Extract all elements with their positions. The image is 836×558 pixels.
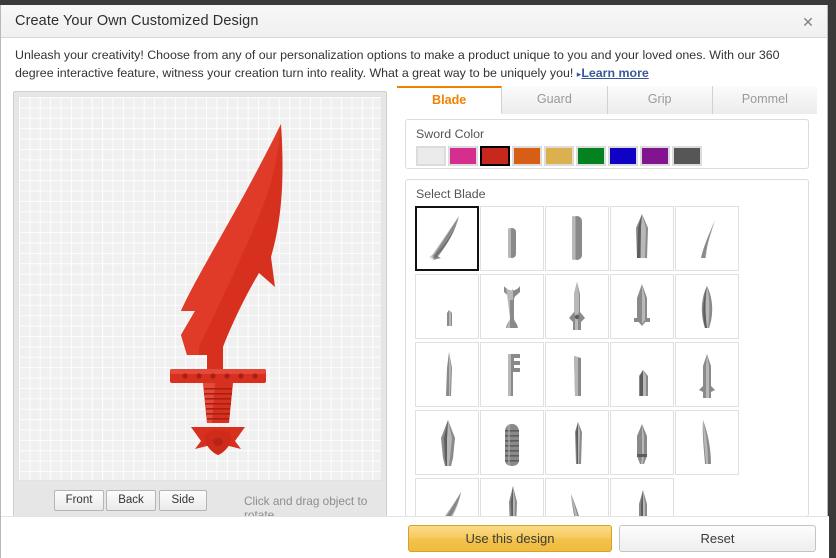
- view-button-front[interactable]: Front: [54, 490, 104, 511]
- color-swatch-gray[interactable]: [672, 146, 702, 166]
- options-panel: Blade Guard Grip Pommel Sword Color Sele…: [397, 86, 817, 543]
- browser-right-strip: [828, 0, 836, 558]
- select-blade-section: Select Blade: [405, 179, 809, 543]
- color-swatch-red[interactable]: [480, 146, 510, 166]
- blade-option-curved-flame-blade[interactable]: [415, 206, 479, 271]
- serrated-blade-icon: [505, 423, 519, 466]
- tiny-stub-blade-icon: [447, 309, 452, 326]
- blade-option-short-round-blade[interactable]: [480, 206, 544, 271]
- blade-option-tapered-spike-blade[interactable]: [610, 206, 674, 271]
- blade-option-key-notched-blade[interactable]: [480, 342, 544, 407]
- thin-curved-blade-icon: [701, 219, 715, 258]
- preview-panel: Front Back Side Click and drag object to…: [13, 91, 388, 522]
- sword-object[interactable]: [19, 97, 381, 480]
- blade-option-slim-point-blade[interactable]: [545, 410, 609, 475]
- leaf-blade-icon: [701, 285, 713, 328]
- color-swatch-orange[interactable]: [512, 146, 542, 166]
- tab-guard[interactable]: Guard: [502, 86, 608, 114]
- ridged-dagger-blade-icon: [637, 423, 647, 464]
- view-button-side[interactable]: Side: [159, 490, 207, 511]
- dialog-title: Create Your Own Customized Design: [15, 13, 259, 29]
- flared-hilt-blade-icon: [504, 285, 520, 328]
- blade-option-ridged-dagger-blade[interactable]: [610, 410, 674, 475]
- view-controls: Front Back Side Click and drag object to…: [14, 482, 388, 522]
- short-round-blade-icon: [508, 227, 516, 258]
- blade-option-ornate-gladius-blade[interactable]: [545, 274, 609, 339]
- intro-paragraph: Unleash your creativity! Choose from any…: [15, 46, 810, 83]
- tab-panel-blade: Sword Color Select Blade: [397, 115, 817, 543]
- blade-option-flared-hilt-blade[interactable]: [480, 274, 544, 339]
- sword-color-section: Sword Color: [405, 119, 809, 169]
- tab-blade[interactable]: Blade: [397, 86, 503, 114]
- cross-guard-blade-icon: [634, 283, 650, 326]
- blade-option-short-chisel-blade[interactable]: [610, 342, 674, 407]
- key-notched-blade-icon: [508, 353, 520, 396]
- blade-option-cross-guard-blade[interactable]: [610, 274, 674, 339]
- reset-button[interactable]: Reset: [619, 525, 816, 552]
- tapered-spike-blade-icon: [636, 213, 648, 258]
- plain-bar-blade-icon: [574, 355, 581, 396]
- color-swatch-green[interactable]: [576, 146, 606, 166]
- color-swatch-purple[interactable]: [640, 146, 670, 166]
- close-icon[interactable]: ✕: [799, 13, 817, 31]
- ornate-gladius-blade-icon: [569, 281, 585, 330]
- tab-bar: Blade Guard Grip Pommel: [397, 86, 817, 114]
- needle-blade-icon: [446, 351, 452, 396]
- blade-option-plain-bar-blade[interactable]: [545, 342, 609, 407]
- color-swatch-blue[interactable]: [608, 146, 638, 166]
- slanted-sabre-blade-icon: [702, 419, 711, 464]
- color-swatch-white[interactable]: [416, 146, 446, 166]
- broad-spear-blade-icon: [441, 419, 455, 466]
- blade-thumbnail-grid: [415, 206, 801, 546]
- blade-option-notched-dagger-blade[interactable]: [675, 342, 739, 407]
- sword-graphic: [170, 124, 283, 455]
- blade-option-needle-blade[interactable]: [415, 342, 479, 407]
- intro-text: Unleash your creativity! Choose from any…: [15, 48, 780, 80]
- blade-option-broad-spear-blade[interactable]: [415, 410, 479, 475]
- view-button-back[interactable]: Back: [106, 490, 156, 511]
- slim-point-blade-icon: [575, 421, 582, 464]
- screenshot-root: Create Your Own Customized Design ✕ Unle…: [0, 0, 836, 558]
- learn-more-link[interactable]: Learn more: [581, 66, 648, 80]
- use-this-design-button[interactable]: Use this design: [408, 525, 612, 552]
- blade-option-thin-curved-blade[interactable]: [675, 206, 739, 271]
- blade-option-slanted-sabre-blade[interactable]: [675, 410, 739, 475]
- blade-option-long-round-blade[interactable]: [545, 206, 609, 271]
- dialog-titlebar: Create Your Own Customized Design ✕: [1, 5, 827, 38]
- select-blade-legend: Select Blade: [416, 187, 486, 201]
- curved-flame-blade-icon: [429, 215, 459, 260]
- blade-option-leaf-blade[interactable]: [675, 274, 739, 339]
- tab-grip[interactable]: Grip: [607, 86, 713, 114]
- short-chisel-blade-icon: [639, 369, 648, 396]
- customizer-dialog: Create Your Own Customized Design ✕ Unle…: [0, 5, 829, 558]
- blade-option-serrated-blade[interactable]: [480, 410, 544, 475]
- dialog-footer: Use this design Reset: [1, 516, 829, 558]
- blade-option-tiny-stub-blade[interactable]: [415, 274, 479, 339]
- color-swatch-pink[interactable]: [448, 146, 478, 166]
- color-swatch-gold[interactable]: [544, 146, 574, 166]
- notched-dagger-blade-icon: [699, 353, 715, 398]
- sword-color-legend: Sword Color: [416, 127, 485, 141]
- preview-canvas[interactable]: [18, 96, 382, 481]
- color-swatch-row: [416, 146, 704, 166]
- long-round-blade-icon: [572, 215, 582, 260]
- tab-pommel[interactable]: Pommel: [712, 86, 817, 114]
